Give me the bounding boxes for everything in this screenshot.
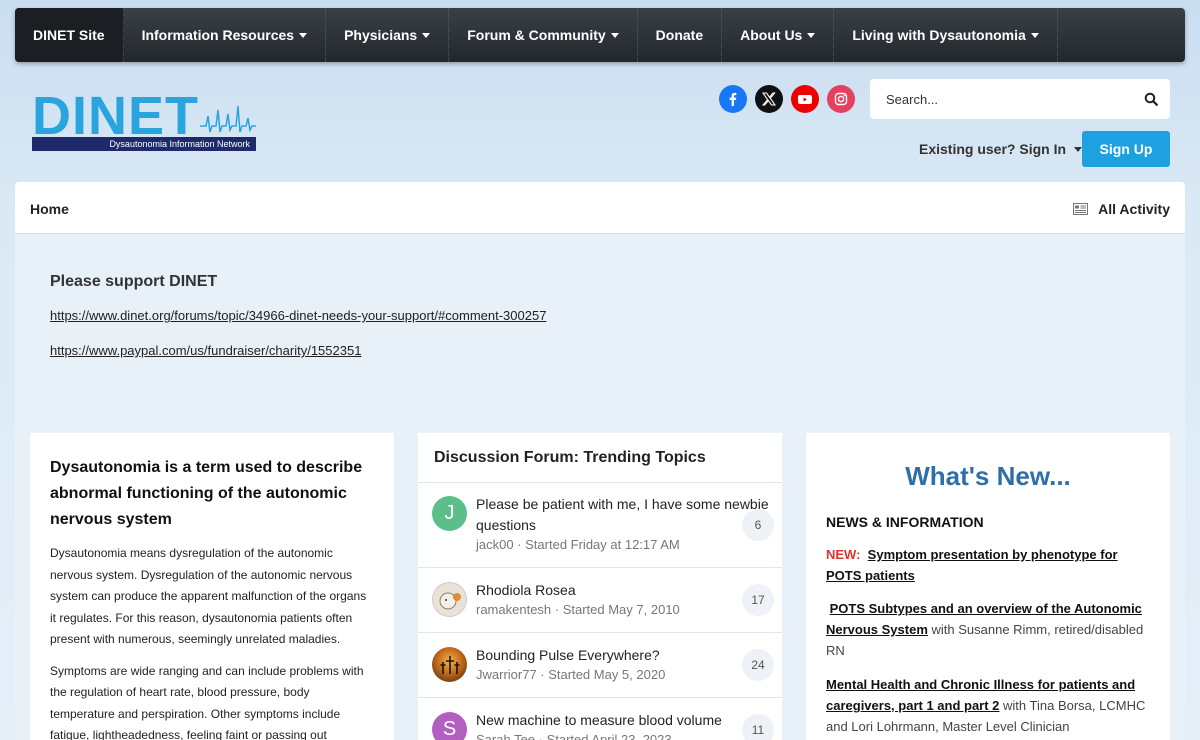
about-title: Dysautonomia is a term used to describe … [50, 459, 363, 528]
topic-row[interactable]: S New machine to measure blood volume Sa… [418, 698, 782, 740]
user-avatar[interactable] [432, 647, 467, 682]
reply-count: 11 [742, 714, 774, 740]
crosses-silhouette-icon [440, 655, 459, 674]
nav-label: Living with Dysautonomia [852, 27, 1026, 43]
nav-item-donate[interactable]: Donate [638, 8, 723, 62]
search-input[interactable] [886, 91, 1126, 107]
trending-topics-card: Discussion Forum: Trending Topics J Plea… [418, 433, 782, 740]
youtube-icon[interactable] [791, 85, 819, 113]
news-item: NEW: Symptom presentation by phenotype f… [826, 544, 1150, 586]
topic-meta: Jwarrior77 · Started May 5, 2020 [476, 667, 666, 682]
topic-title[interactable]: Bounding Pulse Everywhere? [476, 645, 782, 666]
topic-title[interactable]: New machine to measure blood volume [476, 710, 782, 731]
caret-down-icon [299, 32, 308, 38]
new-badge: NEW: [826, 547, 861, 562]
whats-new-card: What's New... NEWS & INFORMATION NEW: Sy… [806, 433, 1170, 740]
nav-label: Forum & Community [467, 27, 606, 43]
nav-item-information-resources[interactable]: Information Resources [124, 8, 327, 62]
user-avatar[interactable] [432, 582, 467, 617]
caret-down-icon [610, 32, 619, 38]
user-avatar[interactable]: J [432, 496, 467, 531]
nav-label: Information Resources [141, 27, 295, 43]
trending-title: Discussion Forum: Trending Topics [418, 433, 782, 483]
nav-label: DINET Site [33, 27, 105, 43]
topic-meta: jack00 · Started Friday at 12:17 AM [476, 537, 680, 552]
nav-item-about-us[interactable]: About Us [722, 8, 835, 62]
sign-up-button[interactable]: Sign Up [1082, 131, 1170, 167]
about-dysautonomia-card: Dysautonomia is a term used to describe … [30, 433, 394, 740]
site-logo[interactable]: DINET Dysautonomia Information Network [32, 86, 256, 152]
activity-feed-icon [1073, 203, 1089, 215]
nav-item-physicians[interactable]: Physicians [326, 8, 450, 62]
caret-down-icon [1074, 146, 1083, 152]
about-paragraph: Symptoms are wide ranging and can includ… [50, 663, 364, 740]
user-avatar[interactable]: S [432, 712, 467, 740]
news-item: Mental Health and Chronic Illness for pa… [826, 674, 1150, 737]
nav-item-dinet-site[interactable]: DINET Site [15, 8, 124, 62]
caret-down-icon [807, 32, 816, 38]
all-activity-link[interactable]: All Activity [1073, 201, 1170, 217]
topic-title[interactable]: Please be patient with me, I have some n… [476, 494, 782, 536]
logo-tagline: Dysautonomia Information Network [32, 137, 256, 151]
social-links [719, 85, 855, 113]
nav-item-living-with-dysautonomia[interactable]: Living with Dysautonomia [834, 8, 1058, 62]
caret-down-icon [422, 32, 431, 38]
breadcrumb-home[interactable]: Home [30, 201, 69, 217]
search-box [870, 79, 1170, 119]
reply-count: 6 [742, 509, 774, 541]
instagram-icon[interactable] [827, 85, 855, 113]
reply-count: 24 [742, 649, 774, 681]
support-forum-link[interactable]: https://www.dinet.org/forums/topic/34966… [50, 308, 546, 323]
support-title: Please support DINET [50, 273, 218, 290]
paypal-fundraiser-link[interactable]: https://www.paypal.com/us/fundraiser/cha… [50, 343, 361, 358]
all-activity-label: All Activity [1098, 201, 1170, 217]
main-nav: DINET Site Information Resources Physici… [15, 8, 1185, 62]
x-icon[interactable] [755, 85, 783, 113]
search-icon[interactable] [1144, 92, 1158, 106]
avatar-illustration-icon [439, 592, 461, 609]
topic-meta: Sarah Tee · Started April 23, 2023 [476, 732, 672, 740]
breadcrumb: Home All Activity [15, 182, 1185, 234]
ecg-line-icon [200, 105, 256, 133]
sign-in-label: Existing user? Sign In [919, 141, 1067, 157]
news-link[interactable]: Symptom presentation by phenotype for PO… [826, 547, 1118, 583]
news-section-heading: NEWS & INFORMATION [826, 514, 984, 530]
topic-title[interactable]: Rhodiola Rosea [476, 580, 782, 601]
topic-row[interactable]: Rhodiola Rosea ramakentesh · Started May… [418, 568, 782, 633]
nav-label: About Us [740, 27, 803, 43]
about-paragraph: Dysautonomia means dysregulation of the … [50, 546, 367, 646]
nav-label: Physicians [344, 27, 418, 43]
reply-count: 17 [742, 584, 774, 616]
caret-down-icon [1030, 32, 1039, 38]
topic-row[interactable]: J Please be patient with me, I have some… [418, 483, 782, 568]
sign-in-dropdown[interactable]: Existing user? Sign In [919, 141, 1083, 157]
news-item: POTS Subtypes and an overview of the Aut… [826, 598, 1150, 661]
whats-new-title: What's New... [905, 461, 1071, 491]
facebook-icon[interactable] [719, 85, 747, 113]
nav-item-forum-community[interactable]: Forum & Community [449, 8, 638, 62]
topic-meta: ramakentesh · Started May 7, 2010 [476, 602, 680, 617]
main-content: Home All Activity Please support DINET h… [15, 182, 1185, 740]
nav-label: Donate [655, 27, 704, 43]
topic-row[interactable]: Bounding Pulse Everywhere? Jwarrior77 · … [418, 633, 782, 698]
